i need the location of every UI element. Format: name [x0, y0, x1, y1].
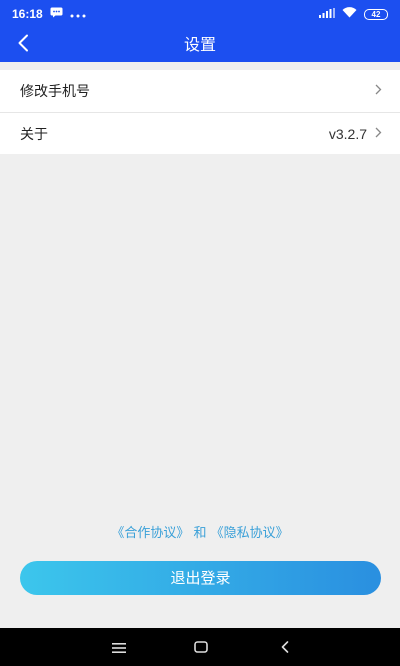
cooperation-agreement-link[interactable]: 《合作协议》	[111, 526, 189, 541]
settings-item-change-phone[interactable]: 修改手机号	[0, 70, 400, 112]
back-icon	[281, 638, 289, 657]
status-time: 16:18	[12, 7, 43, 21]
chevron-right-icon	[375, 83, 382, 99]
more-dots-icon	[70, 7, 86, 21]
agreements-text: 《合作协议》 和 《隐私协议》	[0, 522, 400, 541]
signal-icon	[319, 7, 335, 21]
nav-menu-button[interactable]	[107, 636, 131, 658]
chevron-right-icon	[375, 126, 382, 142]
privacy-agreement-link[interactable]: 《隐私协议》	[211, 526, 289, 541]
system-nav-bar	[0, 628, 400, 666]
status-bar: 16:18 42	[0, 0, 400, 28]
home-icon	[194, 638, 208, 657]
back-arrow-icon	[17, 34, 29, 56]
logout-button[interactable]: 退出登录	[20, 561, 381, 595]
menu-icon	[112, 638, 126, 657]
agreements-conjunction: 和	[193, 526, 207, 541]
version-value: v3.2.7	[328, 125, 367, 142]
back-button[interactable]	[10, 32, 36, 58]
battery-icon: 42	[364, 8, 388, 20]
settings-item-label: 关于	[20, 126, 48, 143]
settings-item-label: 修改手机号	[20, 84, 90, 100]
page-title: 设置	[183, 35, 216, 54]
wifi-icon	[342, 7, 357, 21]
nav-home-button[interactable]	[189, 636, 213, 658]
message-icon	[50, 7, 63, 21]
settings-list: 修改手机号 关于 v3.2.7	[0, 70, 400, 154]
header: 设置	[0, 28, 400, 62]
settings-item-about[interactable]: 关于 v3.2.7	[0, 112, 400, 154]
nav-back-button[interactable]	[273, 636, 297, 658]
